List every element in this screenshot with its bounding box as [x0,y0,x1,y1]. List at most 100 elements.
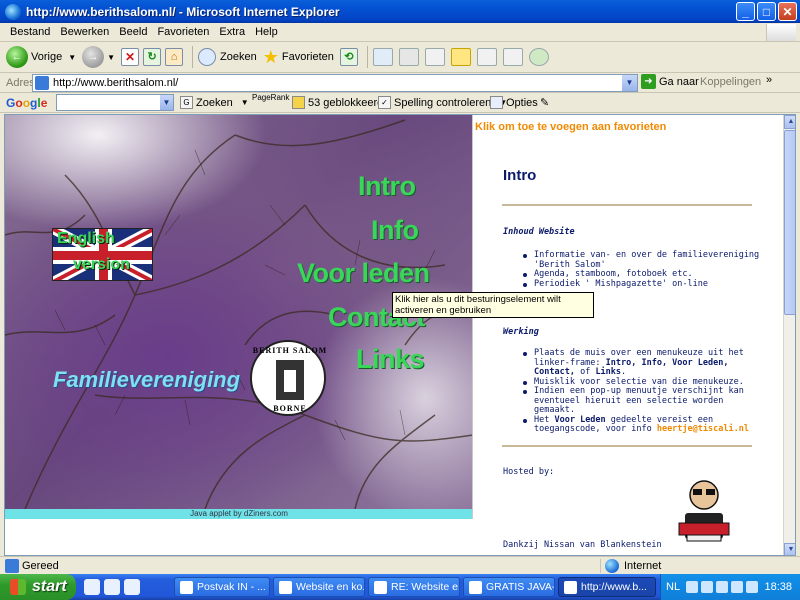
task-label: Website en ko... [296,581,365,593]
address-label: Adres [6,76,35,89]
menu-favorieten[interactable]: Favorieten [157,26,209,38]
seal-bottom-text: BORNE [273,404,307,413]
chevron-right-icon[interactable]: » [766,74,772,86]
menu-link-intro[interactable]: Intro [358,171,416,202]
address-dropdown-icon[interactable]: ▼ [622,75,637,91]
pagerank-indicator[interactable]: PageRank [252,94,289,102]
spellcheck-label: Spelling controleren [394,96,492,109]
list-item: Periodiek ' Mishpagazette' on-line [523,279,763,290]
globe-icon [605,559,619,573]
google-search-input[interactable]: ▼ [56,94,174,111]
list-item: Het Voor Leden gedeelte vereist een toeg… [523,415,763,435]
messenger-icon[interactable] [502,48,523,66]
media-icon[interactable] [104,579,120,595]
tray-volume-icon[interactable] [731,581,744,593]
research-icon[interactable] [476,48,497,66]
google-dropdown-icon[interactable]: ▼ [160,95,173,110]
menu-bar: Bestand Bewerken Beeld Favorieten Extra … [0,23,800,42]
refresh-icon[interactable]: ↻ [143,48,162,66]
quick-launch [84,579,140,595]
menu-help[interactable]: Help [255,26,278,38]
divider [502,204,752,206]
menu-link-info[interactable]: Info [371,215,419,246]
print-icon[interactable] [398,48,419,66]
tray-messenger-icon[interactable] [716,581,729,593]
google-logo[interactable]: Google [6,96,47,110]
scroll-up-icon[interactable]: ▲ [784,115,795,129]
menu-extra[interactable]: Extra [219,26,245,38]
options-label: Opties [506,96,538,109]
forward-arrow-icon: → [82,46,105,68]
taskbar: start Postvak IN - ... Website en ko... … [0,574,800,600]
msn-icon[interactable] [528,48,549,66]
favorites-button[interactable]: ★ Favorieten [263,47,334,68]
start-button[interactable]: start [0,574,76,600]
status-bar: Gereed Internet [0,556,800,574]
task-label: Postvak IN - ... [197,581,266,593]
task-gratis-java[interactable]: GRATIS JAVA-... [463,577,555,597]
language-indicator[interactable]: NL [666,581,680,593]
spellcheck-button[interactable]: ✓ Spelling controleren ▼ [378,96,507,109]
google-g-icon: G [180,96,193,109]
task-browser-active[interactable]: http://www.b... [558,577,656,597]
menu-beeld[interactable]: Beeld [119,26,147,38]
address-bar: Adres http://www.berithsalom.nl/ ▼ ➜ Ga … [0,73,800,93]
host-mascot-logo[interactable] [675,475,733,543]
star-icon: ★ [262,46,279,67]
go-button[interactable]: ➜ Ga naar [641,74,699,89]
add-favorites-link[interactable]: Klik om toe te voegen aan favorieten [475,121,666,133]
menu-link-voor-leden[interactable]: Voor leden [297,258,430,289]
search-button[interactable]: Zoeken [198,48,257,66]
address-url[interactable]: http://www.berithsalom.nl/ [53,77,178,89]
back-dropdown-icon[interactable]: ▼ [68,53,76,62]
pencil-icon[interactable]: ✎ [540,96,549,109]
history-icon[interactable]: ⟲ [339,48,358,66]
title-bar: http://www.berithsalom.nl/ - Microsoft I… [0,0,800,23]
browser-quick-icon[interactable] [124,579,140,595]
maximize-button[interactable]: □ [757,2,776,21]
forward-button[interactable]: → ▼ [82,46,115,68]
back-button[interactable]: ← Vorige ▼ [6,46,76,68]
menu-bestand[interactable]: Bestand [10,26,50,38]
home-icon[interactable]: ⌂ [165,48,184,66]
mail-app-icon [374,580,387,594]
mail-icon[interactable] [372,48,393,66]
berith-salom-seal: BERITH SALOM BORNE [250,340,326,416]
tray-update-icon[interactable] [746,581,759,593]
applet-credit[interactable]: Java applet by dZiners.com [5,509,472,519]
task-label: GRATIS JAVA-... [486,581,554,593]
thanks-label: Dankzij Nissan van Blankenstein [503,540,662,550]
right-frame: Klik om toe te voegen aan favorieten Int… [475,115,780,555]
show-desktop-icon[interactable] [84,579,100,595]
popup-blocker[interactable]: 53 geblokkeerd [292,96,383,109]
google-search-button[interactable]: G Zoeken ▼ [180,96,249,109]
task-postvak[interactable]: Postvak IN - ... [174,577,270,597]
task-re-website[interactable]: RE: Website e... [368,577,460,597]
vertical-scrollbar[interactable]: ▲ ▼ [783,115,795,555]
list-item-bold: Links [595,367,622,377]
stop-icon[interactable]: ✕ [121,48,140,66]
list-item: Indien een pop-up menuutje verschijnt ka… [523,386,763,416]
scroll-thumb[interactable] [784,130,795,315]
clock[interactable]: 18:38 [764,581,792,593]
address-input[interactable]: http://www.berithsalom.nl/ ▼ [32,74,638,92]
minimize-button[interactable]: _ [736,2,755,21]
close-button[interactable]: ✕ [778,2,797,21]
edit-icon[interactable] [424,48,445,66]
options-button[interactable]: Opties [490,96,538,109]
window-controls: _ □ ✕ [736,2,797,21]
task-website-ko[interactable]: Website en ko... [273,577,365,597]
forward-dropdown-icon[interactable]: ▼ [107,53,115,62]
email-link[interactable]: heertje@tiscali.nl [657,424,749,434]
tray-network-icon[interactable] [686,581,699,593]
discuss-icon[interactable] [450,48,471,66]
google-search-dropdown-icon[interactable]: ▼ [241,98,249,107]
status-text: Gereed [22,559,59,572]
tray-antivirus-icon[interactable] [701,581,714,593]
back-label: Vorige [31,51,63,63]
menu-bewerken[interactable]: Bewerken [60,26,109,38]
menu-link-links[interactable]: Links [356,344,425,375]
links-button[interactable]: Koppelingen [700,76,761,88]
english-version-link[interactable]: English version [57,226,130,278]
scroll-down-icon[interactable]: ▼ [784,543,795,555]
